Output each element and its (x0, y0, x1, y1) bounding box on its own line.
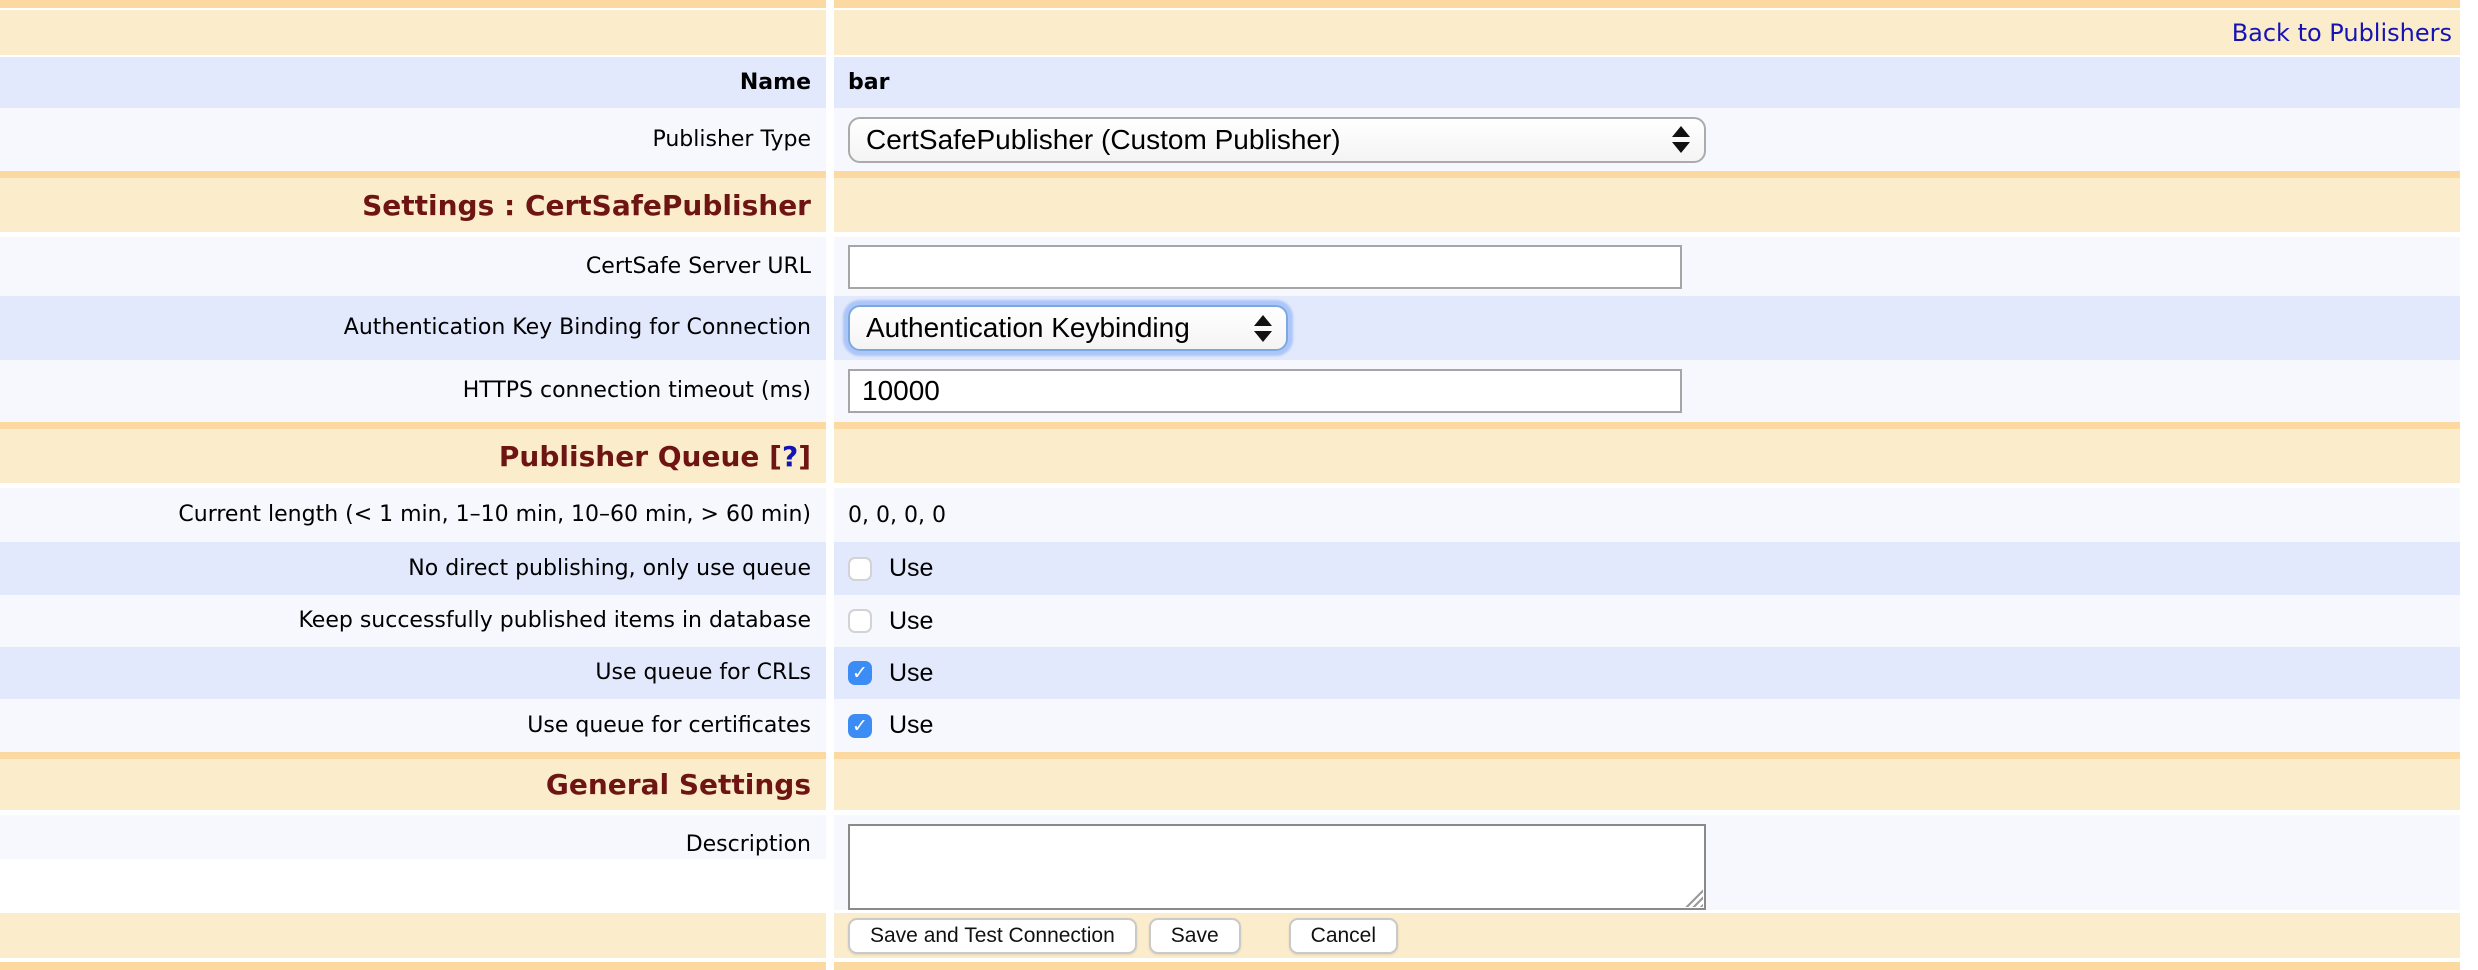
chevron-up-down-icon (1672, 126, 1690, 153)
keep-published-items-label: Keep successfully published items in dat… (298, 607, 811, 635)
chevron-up-down-icon (1254, 315, 1272, 342)
certsafe-url-label: CertSafe Server URL (586, 253, 811, 281)
https-timeout-label: HTTPS connection timeout (ms) (463, 377, 811, 405)
use-queue-crls-label: Use queue for CRLs (595, 659, 811, 687)
save-and-test-connection-button[interactable]: Save and Test Connection (848, 918, 1137, 954)
publisher-type-row: Publisher Type CertSafePublisher (Custom… (0, 108, 2460, 171)
checkbox-label: Use (889, 607, 933, 636)
no-direct-publishing-label: No direct publishing, only use queue (408, 555, 811, 583)
name-row: Name bar (0, 57, 2460, 108)
description-label: Description (686, 831, 811, 859)
checkbox-label: Use (889, 554, 933, 583)
https-timeout-row: HTTPS connection timeout (ms) (0, 360, 2460, 422)
https-timeout-input[interactable] (848, 369, 1682, 413)
bottom-section-strip (0, 962, 2460, 970)
use-queue-crls-checkbox[interactable] (848, 661, 872, 685)
general-settings-section-title: General Settings (546, 768, 811, 801)
cancel-button[interactable]: Cancel (1289, 918, 1398, 954)
top-section-strip (0, 0, 2460, 8)
certsafe-url-row: CertSafe Server URL (0, 237, 2460, 296)
auth-key-binding-row: Authentication Key Binding for Connectio… (0, 296, 2460, 360)
use-queue-certificates-checkbox[interactable] (848, 714, 872, 738)
description-row: Description (0, 815, 2460, 913)
publisher-type-select[interactable]: CertSafePublisher (Custom Publisher) (848, 117, 1706, 163)
save-button[interactable]: Save (1149, 918, 1241, 954)
checkbox-label: Use (889, 659, 933, 688)
publisher-type-selected-value: CertSafePublisher (Custom Publisher) (866, 124, 1341, 156)
settings-section-title: Settings : CertSafePublisher (362, 189, 811, 222)
current-length-label: Current length (< 1 min, 1–10 min, 10–60… (178, 501, 811, 529)
use-queue-certificates-row: Use queue for certificates Use (0, 699, 2460, 752)
auth-key-binding-selected-value: Authentication Keybinding (866, 312, 1190, 344)
publisher-edit-page: Back to Publishers Name bar Publisher Ty… (0, 0, 2478, 970)
description-textarea[interactable] (848, 824, 1706, 910)
general-settings-section-header: General Settings (0, 752, 2460, 815)
publisher-queue-section-title: Publisher Queue [?] (499, 440, 811, 473)
name-value: bar (848, 70, 889, 95)
name-label: Name (740, 69, 811, 97)
auth-key-binding-select[interactable]: Authentication Keybinding (848, 305, 1288, 351)
use-queue-crls-row: Use queue for CRLs Use (0, 647, 2460, 699)
current-length-row: Current length (< 1 min, 1–10 min, 10–60… (0, 488, 2460, 542)
no-direct-publishing-checkbox[interactable] (848, 557, 872, 581)
form-actions-row: Save and Test Connection Save Cancel (0, 913, 2460, 958)
publisher-type-label: Publisher Type (652, 126, 811, 154)
publisher-queue-section-header: Publisher Queue [?] (0, 422, 2460, 488)
back-to-publishers-link[interactable]: Back to Publishers (2232, 19, 2452, 47)
back-row: Back to Publishers (0, 10, 2460, 55)
keep-published-items-checkbox[interactable] (848, 609, 872, 633)
no-direct-publishing-row: No direct publishing, only use queue Use (0, 542, 2460, 595)
checkbox-label: Use (889, 711, 933, 740)
use-queue-certificates-label: Use queue for certificates (527, 712, 811, 740)
settings-section-header: Settings : CertSafePublisher (0, 171, 2460, 237)
keep-published-items-row: Keep successfully published items in dat… (0, 595, 2460, 647)
auth-key-binding-label: Authentication Key Binding for Connectio… (344, 314, 811, 342)
publisher-queue-help-link[interactable]: ? (782, 440, 798, 473)
certsafe-url-input[interactable] (848, 245, 1682, 289)
current-length-value: 0, 0, 0, 0 (848, 503, 946, 528)
